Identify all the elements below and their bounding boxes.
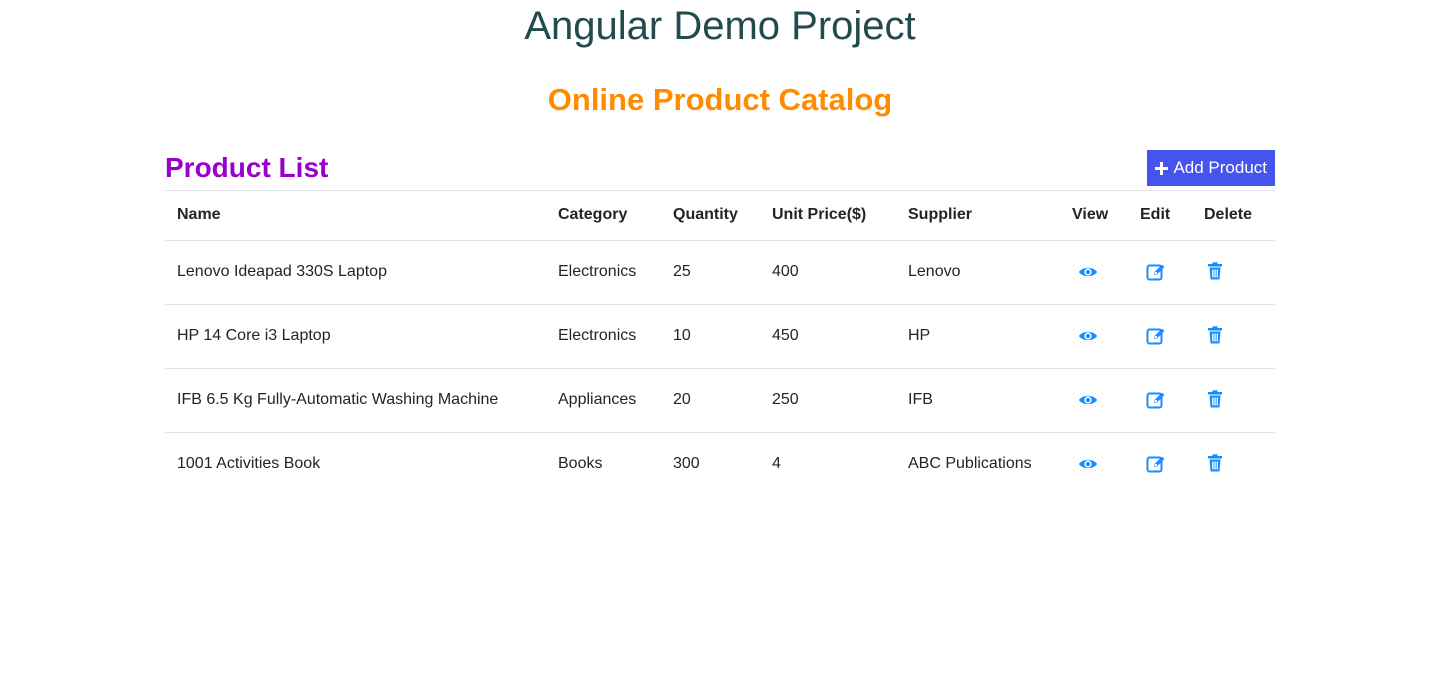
edit-icon[interactable] (1140, 325, 1165, 347)
edit-icon[interactable] (1140, 261, 1165, 283)
edit-icon[interactable] (1140, 453, 1165, 475)
delete-cell (1192, 304, 1275, 369)
page-subtitle: Online Product Catalog (547, 82, 893, 117)
eye-icon[interactable] (1072, 453, 1097, 475)
product-unit-price-cell: 450 (760, 304, 896, 369)
add-product-button-label: Add Product (1173, 158, 1267, 177)
product-supplier-cell: HP (896, 304, 1060, 369)
column-header-category: Category (546, 191, 661, 241)
eye-icon[interactable] (1072, 325, 1097, 347)
product-name-cell: Lenovo Ideapad 330S Laptop (165, 240, 546, 305)
view-cell (1060, 368, 1128, 433)
product-name-cell: 1001 Activities Book (177, 455, 321, 473)
product-name-cell: HP 14 Core i3 Laptop (165, 304, 546, 369)
trash-icon[interactable] (1204, 453, 1226, 475)
edit-cell (1128, 432, 1192, 496)
column-header-view: View (1060, 191, 1128, 241)
table-row: HP 14 Core i3 Laptop Electronics 10 450 … (165, 304, 1275, 369)
product-quantity-cell: 300 (673, 455, 700, 473)
column-header-unit-price: Unit Price($) (760, 191, 896, 241)
table-header-row: Name Category Quantity Unit Price($) Sup… (165, 191, 1275, 241)
view-cell (1060, 240, 1128, 305)
product-unit-price-cell: 4 (772, 455, 781, 473)
trash-icon[interactable] (1204, 389, 1226, 411)
product-category-cell: Electronics (546, 240, 661, 305)
product-category-cell: Books (558, 455, 603, 473)
page-title: Angular Demo Project (524, 4, 916, 48)
product-list-section: Product List Add Product Name Category Q… (165, 150, 1275, 496)
eye-icon[interactable] (1072, 261, 1097, 283)
edit-icon[interactable] (1140, 389, 1165, 411)
column-header-edit: Edit (1128, 191, 1192, 241)
add-product-button[interactable]: Add Product (1147, 150, 1275, 186)
product-quantity-cell: 10 (661, 304, 760, 369)
product-supplier-cell: IFB (896, 368, 1060, 433)
product-quantity-cell: 25 (661, 240, 760, 305)
edit-cell (1128, 304, 1192, 369)
table-row: 1001 Activities Book Books 300 4 ABC Pub… (165, 432, 1275, 496)
product-list-header: Product List Add Product (165, 150, 1275, 191)
product-supplier-cell: Lenovo (896, 240, 1060, 305)
delete-cell (1192, 368, 1275, 433)
eye-icon[interactable] (1072, 389, 1097, 411)
delete-cell (1192, 240, 1275, 305)
product-category-cell: Electronics (546, 304, 661, 369)
view-cell (1060, 432, 1128, 496)
delete-cell (1192, 432, 1275, 496)
edit-cell (1128, 240, 1192, 305)
plus-icon (1155, 161, 1169, 175)
column-header-quantity: Quantity (661, 191, 760, 241)
table-row: Lenovo Ideapad 330S Laptop Electronics 2… (165, 240, 1275, 305)
table-row: IFB 6.5 Kg Fully-Automatic Washing Machi… (165, 368, 1275, 433)
product-quantity-cell: 20 (661, 368, 760, 433)
product-list-title: Product List (165, 152, 329, 183)
column-header-supplier: Supplier (896, 191, 1060, 241)
column-header-name: Name (165, 191, 546, 241)
product-unit-price-cell: 400 (760, 240, 896, 305)
trash-icon[interactable] (1204, 325, 1226, 347)
product-unit-price-cell: 250 (760, 368, 896, 433)
column-header-delete: Delete (1192, 191, 1275, 241)
trash-icon[interactable] (1204, 261, 1226, 283)
product-supplier-cell: ABC Publications (908, 455, 1032, 473)
product-table-body: Lenovo Ideapad 330S Laptop Electronics 2… (165, 240, 1275, 496)
product-name-cell: IFB 6.5 Kg Fully-Automatic Washing Machi… (165, 368, 546, 433)
product-category-cell: Appliances (546, 368, 661, 433)
view-cell (1060, 304, 1128, 369)
product-table: Name Category Quantity Unit Price($) Sup… (165, 191, 1275, 496)
edit-cell (1128, 368, 1192, 433)
